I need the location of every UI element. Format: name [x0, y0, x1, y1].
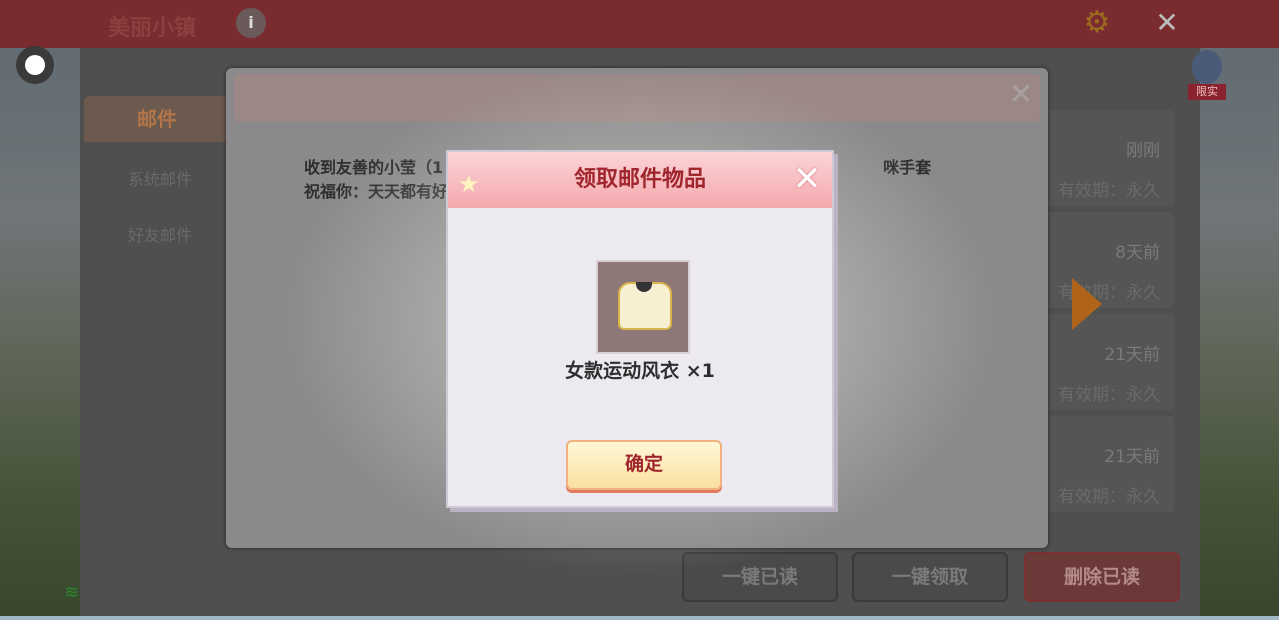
avatar-badge: 限实 — [1188, 84, 1226, 100]
reward-item-name: 女款运动风衣 ×1 — [565, 360, 715, 382]
reward-item-slot — [596, 260, 690, 354]
header-title: 美丽小镇 — [108, 16, 197, 41]
popup-header: ★ 领取邮件物品 ✕ — [448, 152, 832, 208]
popup-title: 领取邮件物品 — [573, 167, 706, 192]
mail-validity: 有效期：永久 — [1058, 181, 1160, 201]
avatar[interactable]: 限实 — [1188, 50, 1226, 104]
confirm-button[interactable]: 确定 — [566, 440, 722, 490]
jacket-icon — [618, 282, 672, 330]
sidebar-item-system-mail[interactable]: 系统邮件 — [108, 166, 212, 190]
mail-time: 8天前 — [1115, 243, 1160, 263]
mail-time: 刚刚 — [1126, 141, 1160, 161]
close-icon[interactable]: ✕ — [1152, 8, 1182, 38]
mail-validity: 有效期：永久 — [1058, 487, 1160, 507]
sidebar-item-friend-mail[interactable]: 好友邮件 — [108, 222, 212, 246]
close-icon[interactable]: ✕ — [790, 162, 824, 196]
mail-time: 21天前 — [1104, 345, 1160, 365]
mail-time: 21天前 — [1104, 447, 1160, 467]
next-page-arrow-icon[interactable] — [1072, 278, 1102, 330]
reward-popup: ★ 领取邮件物品 ✕ 女款运动风衣 ×1 确定 — [446, 150, 834, 508]
avatar-face — [1192, 50, 1222, 84]
floating-assist-ball[interactable] — [16, 46, 54, 84]
mail-validity: 有效期：永久 — [1058, 385, 1160, 405]
tab-mail[interactable]: 邮件 — [84, 96, 230, 142]
gear-icon[interactable]: ⚙ — [1080, 6, 1114, 40]
